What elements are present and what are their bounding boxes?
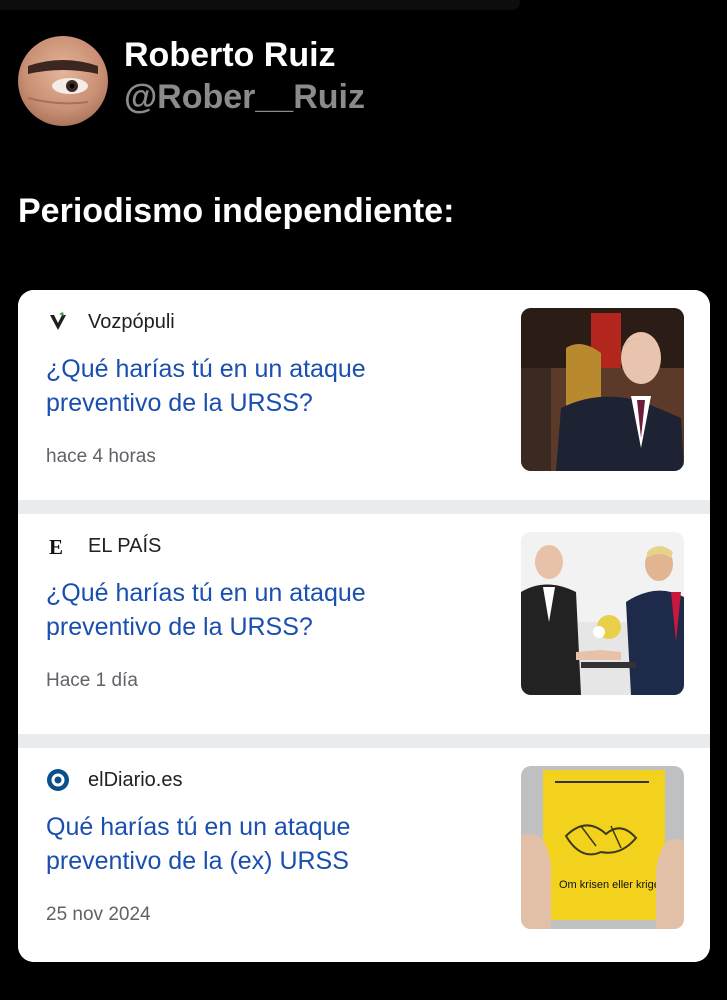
thumbnail-image[interactable]	[521, 308, 684, 471]
el-pais-logo-icon: E	[46, 534, 70, 558]
eldiario-logo-icon	[46, 768, 70, 792]
post-text: Periodismo independiente:	[18, 192, 455, 230]
news-result[interactable]: E EL PAÍS ¿Qué harías tú en un ataque pr…	[18, 514, 710, 720]
post-author: Roberto Ruiz @Rober__Ruiz	[18, 36, 365, 126]
news-results-card: Vozpópuli ¿Qué harías tú en un ataque pr…	[18, 290, 710, 962]
thumbnail-image[interactable]	[521, 532, 684, 695]
headline-link[interactable]: ¿Qué harías tú en un ataque preventivo d…	[46, 352, 466, 420]
separator	[18, 500, 710, 514]
timestamp: 25 nov 2024	[46, 904, 151, 925]
headline-link[interactable]: ¿Qué harías tú en un ataque preventivo d…	[46, 576, 466, 644]
source-name: elDiario.es	[88, 768, 183, 791]
news-result[interactable]: elDiario.es Qué harías tú en un ataque p…	[18, 748, 710, 962]
vozpopuli-logo-icon	[46, 310, 70, 334]
news-result[interactable]: Vozpópuli ¿Qué harías tú en un ataque pr…	[18, 290, 710, 496]
source-name: Vozpópuli	[88, 310, 175, 333]
author-name[interactable]: Roberto Ruiz	[124, 36, 365, 74]
timestamp: hace 4 horas	[46, 446, 156, 467]
headline-link[interactable]: Qué harías tú en un ataque preventivo de…	[46, 810, 466, 878]
avatar[interactable]	[18, 36, 108, 126]
thumbnail-image[interactable]: Om krisen eller kriget kommer	[521, 766, 684, 929]
source-name: EL PAÍS	[88, 534, 162, 557]
top-bar	[0, 0, 520, 10]
timestamp: Hace 1 día	[46, 670, 138, 691]
svg-text:E: E	[49, 535, 63, 557]
author-handle[interactable]: @Rober__Ruiz	[124, 74, 365, 120]
separator	[18, 734, 710, 748]
